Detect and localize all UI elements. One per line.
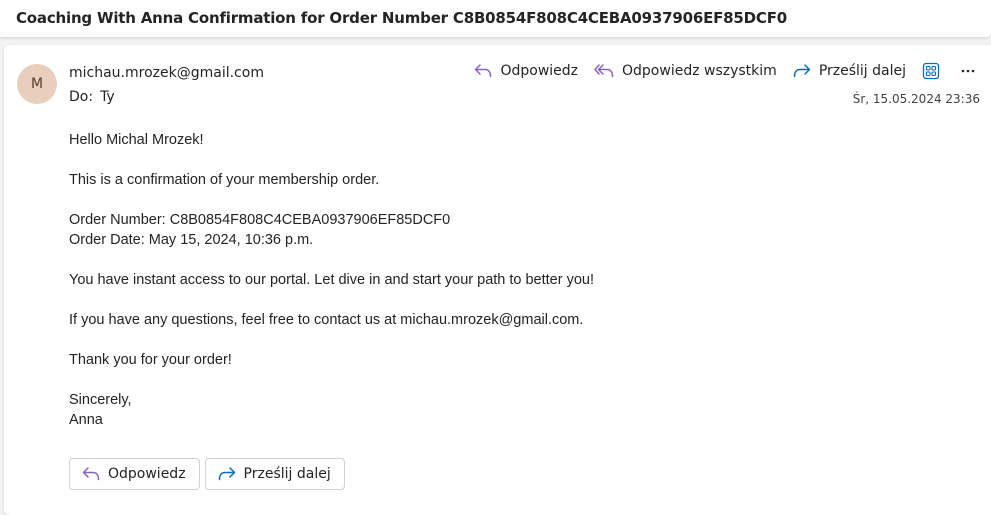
subject-bar: Coaching With Anna Confirmation for Orde… (0, 0, 991, 37)
order-number: Order Number: C8B0854F808C4CEBA0937906EF… (69, 212, 451, 228)
apps-grid-icon (922, 62, 940, 80)
message-card: M michau.mrozek@gmail.com Do: Ty Odpowied… (4, 45, 991, 515)
reply-label: Odpowiedz (500, 63, 579, 79)
message-date: Śr, 15.05.2024 23:36 (852, 92, 980, 106)
reply-icon (82, 467, 100, 481)
forward-label: Prześlij dalej (818, 63, 906, 79)
email-subject: Coaching With Anna Confirmation for Orde… (16, 9, 787, 27)
greeting: Hello Michal Mrozek! (69, 132, 204, 148)
forward-icon (218, 467, 235, 481)
more-horizontal-icon (961, 69, 975, 73)
reply-icon (475, 64, 492, 78)
to-label: Do: (69, 89, 94, 105)
reply-all-button[interactable]: Odpowiedz wszystkim (594, 63, 777, 79)
questions-text: If you have any questions, feel free to … (69, 312, 584, 328)
confirmation-text: This is a confirmation of your membershi… (69, 172, 380, 188)
closing: Sincerely, (69, 392, 132, 408)
thanks-text: Thank you for your order! (69, 352, 232, 368)
reply-all-label: Odpowiedz wszystkim (622, 63, 777, 79)
more-options-button[interactable] (960, 63, 984, 79)
footer-reply-label: Odpowiedz (108, 466, 186, 482)
footer-reply-button[interactable]: Odpowiedz (69, 458, 200, 490)
forward-icon (793, 64, 811, 78)
order-date: Order Date: May 15, 2024, 10:36 p.m. (69, 232, 314, 248)
reply-all-icon (594, 64, 614, 78)
access-text: You have instant access to our portal. L… (69, 272, 595, 288)
apps-button[interactable] (922, 62, 948, 80)
sender-address[interactable]: michau.mrozek@gmail.com (69, 65, 264, 81)
footer-forward-button[interactable]: Prześlij dalej (204, 458, 345, 490)
footer-actions: Odpowiedz Prześlij dalej (69, 458, 350, 490)
sender-avatar[interactable]: M (17, 64, 57, 104)
message-body: Hello Michal Mrozek! This is a confirmat… (69, 130, 949, 450)
recipient-name[interactable]: Ty (100, 89, 115, 105)
recipient-row: Do: Ty (69, 89, 115, 105)
reply-button[interactable]: Odpowiedz (474, 63, 578, 79)
signature: Anna (69, 412, 103, 428)
message-toolbar: Odpowiedz Odpowiedz wszystkim Prześlij d… (474, 59, 991, 83)
footer-forward-label: Prześlij dalej (243, 466, 331, 482)
forward-button[interactable]: Prześlij dalej (793, 63, 906, 79)
